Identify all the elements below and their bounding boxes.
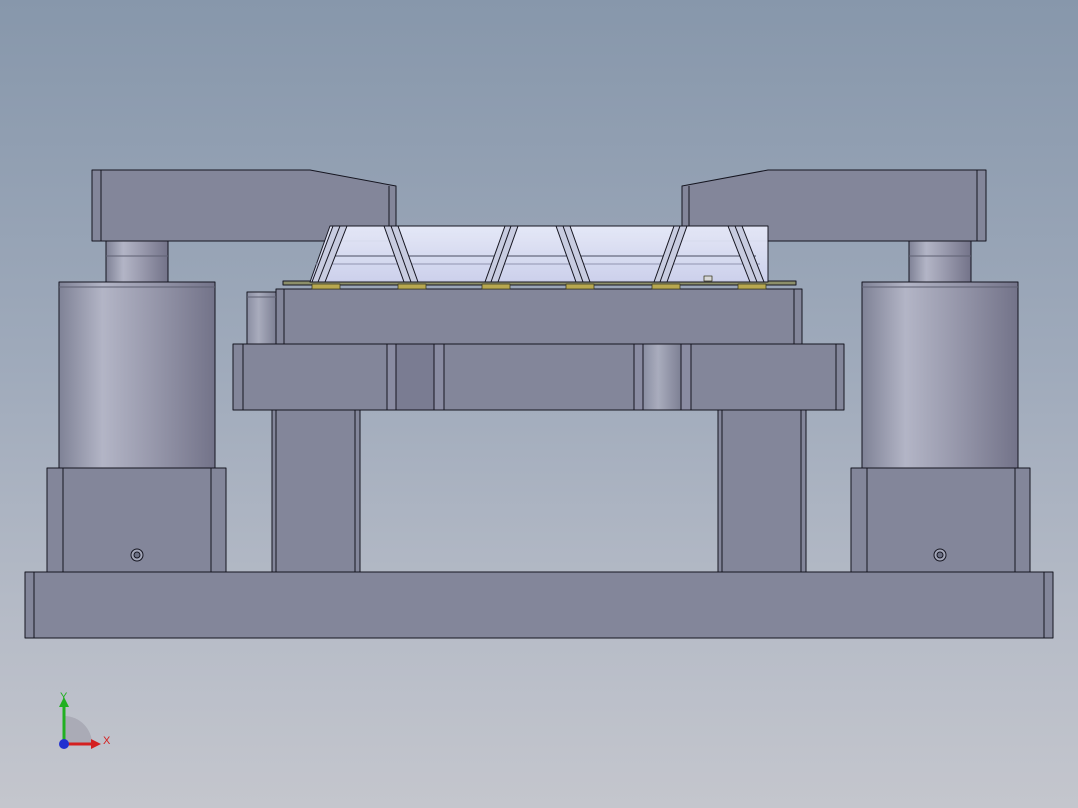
guide-bushing-right <box>633 343 692 411</box>
upper-plate <box>275 288 803 345</box>
support-leg-right <box>717 409 807 573</box>
triad-quadrant <box>64 716 92 744</box>
y-axis-label: Y <box>60 691 68 703</box>
x-axis-label: X <box>103 735 111 747</box>
support-leg-left <box>271 409 361 573</box>
fixture-assembly-drawing[interactable]: Y X <box>0 0 1078 808</box>
x-axis-arrowhead <box>91 739 101 749</box>
mount-screw-right <box>933 548 947 562</box>
piston-rod-right <box>908 240 972 283</box>
coordinate-triad: Y X <box>59 691 111 749</box>
cad-viewport[interactable]: Y X <box>0 0 1078 808</box>
pneumatic-cylinder-right <box>861 281 1019 469</box>
base-plate <box>24 571 1054 639</box>
mount-screw-left <box>130 548 144 562</box>
guide-bushing-left <box>386 343 445 411</box>
pneumatic-cylinder-left <box>58 281 216 469</box>
guide-post <box>246 291 277 345</box>
z-axis-dot <box>59 739 69 749</box>
piston-rod-left <box>105 240 169 283</box>
transparent-tray-outer <box>309 225 769 283</box>
middle-plate <box>232 343 845 411</box>
